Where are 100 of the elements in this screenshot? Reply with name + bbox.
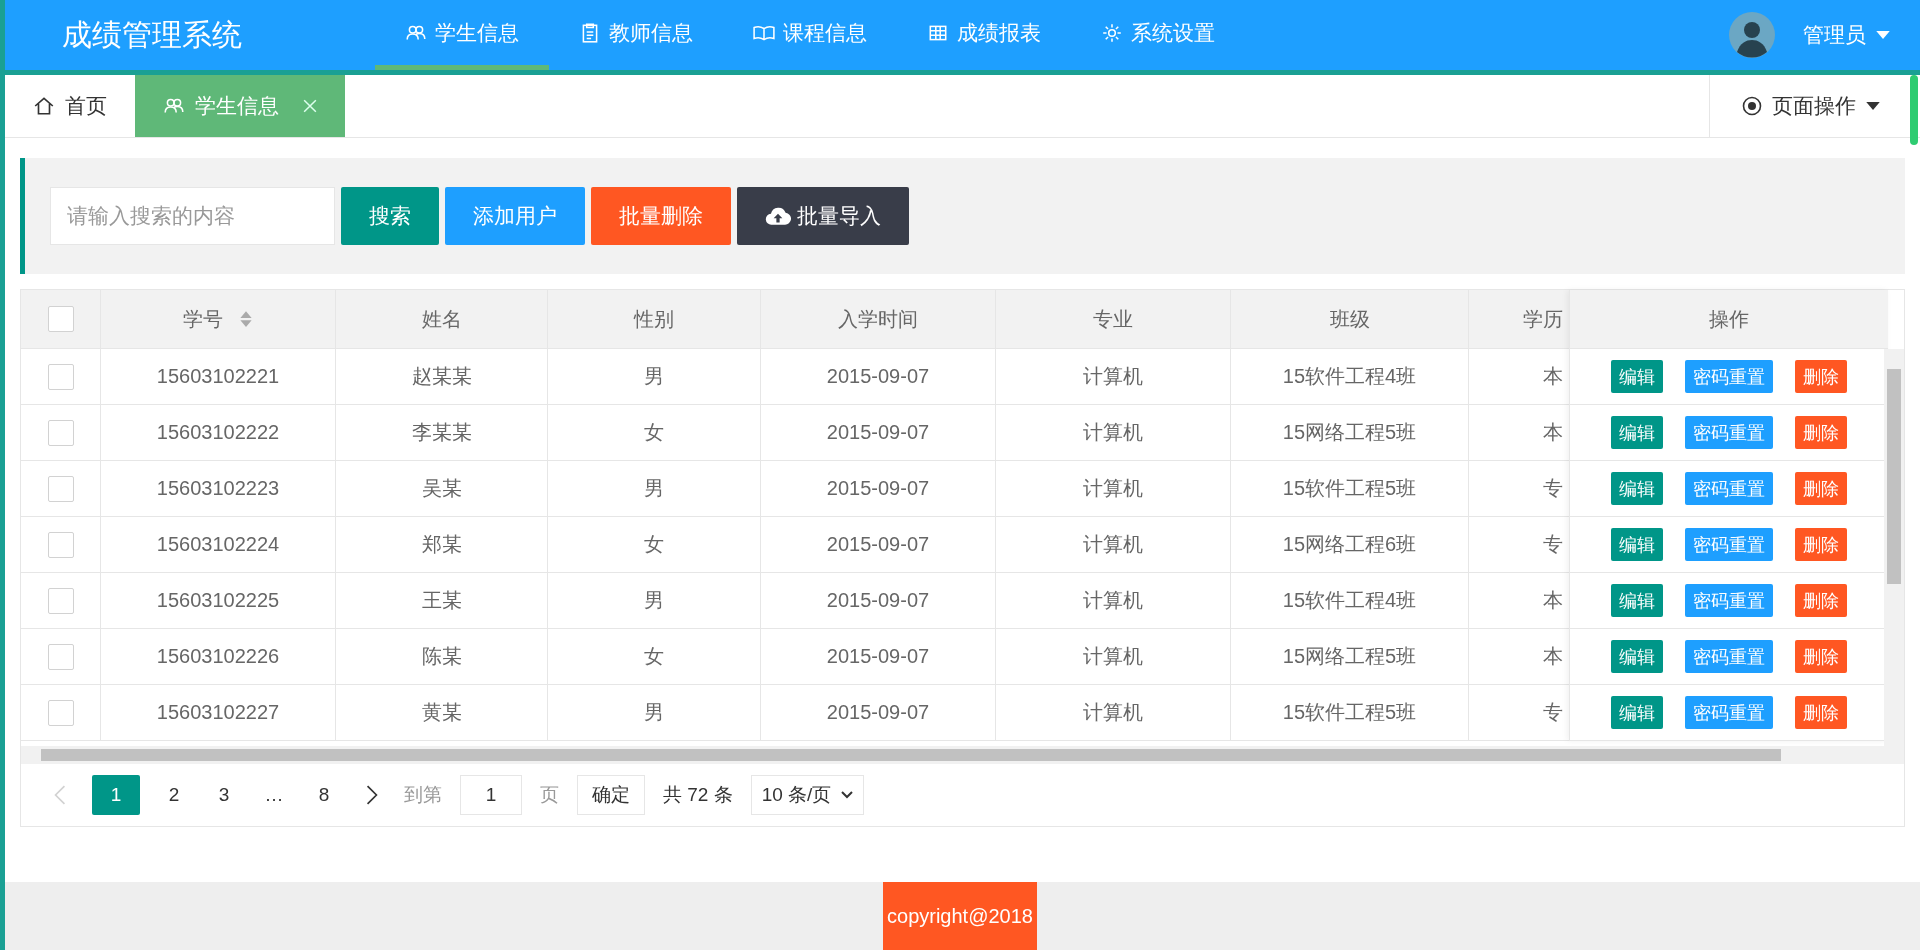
row-action-button[interactable]: 密码重置	[1685, 584, 1773, 617]
row-action-button[interactable]: 删除	[1795, 472, 1847, 505]
table-cell: 王某	[336, 573, 548, 629]
page-link[interactable]: 8	[308, 775, 340, 815]
scrollbar[interactable]	[21, 746, 1904, 764]
row-action-button[interactable]: 编辑	[1611, 584, 1663, 617]
column-header: 姓名	[336, 290, 548, 349]
avatar-icon[interactable]	[1729, 12, 1775, 58]
table-cell: 计算机	[996, 349, 1231, 405]
row-action-button[interactable]: 编辑	[1611, 472, 1663, 505]
row-action-button[interactable]: 删除	[1795, 360, 1847, 393]
toolbar-button[interactable]: 搜索	[341, 187, 439, 245]
checkbox[interactable]	[47, 587, 74, 614]
row-action-button[interactable]: 编辑	[1611, 416, 1663, 449]
table-cell: 计算机	[996, 461, 1231, 517]
row-action-button[interactable]: 删除	[1795, 416, 1847, 449]
table-cell: 黄某	[336, 685, 548, 741]
page-input[interactable]: 1	[460, 775, 522, 815]
chevron-icon	[841, 791, 854, 799]
column-header: 班级	[1231, 290, 1469, 349]
row-action-button[interactable]: 删除	[1795, 584, 1847, 617]
page-actions-button[interactable]: 页面操作	[1709, 75, 1902, 137]
nav-item[interactable]: 系统设置	[1071, 0, 1245, 70]
nav-item[interactable]: 教师信息	[549, 0, 723, 70]
table-cell: 2015-09-07	[761, 461, 996, 517]
table-cell: 李某某	[336, 405, 548, 461]
column-header: 性别	[548, 290, 761, 349]
app-title: 成绩管理系统	[61, 16, 243, 53]
row-action-button[interactable]: 密码重置	[1685, 416, 1773, 449]
table-cell: 男	[548, 461, 761, 517]
tab[interactable]: 学生信息	[135, 75, 345, 137]
caret-icon	[1866, 101, 1880, 111]
row-action-button[interactable]: 删除	[1795, 640, 1847, 673]
page-link[interactable]: 2	[158, 775, 190, 815]
row-action-button[interactable]: 编辑	[1611, 696, 1663, 729]
settings-icon	[1101, 21, 1123, 44]
checkbox[interactable]	[47, 699, 74, 726]
table-cell: 郑某	[336, 517, 548, 573]
checkbox[interactable]	[47, 306, 74, 332]
row-action-button[interactable]: 密码重置	[1685, 528, 1773, 561]
checkbox[interactable]	[47, 643, 74, 670]
table-cell: 2015-09-07	[761, 349, 996, 405]
checkbox[interactable]	[47, 419, 74, 446]
table-cell: 15603102223	[101, 461, 336, 517]
scrollbar[interactable]	[1910, 75, 1918, 145]
table-cell: 2015-09-07	[761, 629, 996, 685]
row-action-button[interactable]: 编辑	[1611, 640, 1663, 673]
copyright-text: copyright@2018	[883, 882, 1037, 950]
table-cell: 15603102226	[101, 629, 336, 685]
user-menu[interactable]: 管理员	[1803, 21, 1890, 49]
nav-item[interactable]: 课程信息	[723, 0, 897, 70]
page-link[interactable]: …	[258, 775, 290, 815]
row-action-button[interactable]: 密码重置	[1685, 640, 1773, 673]
table-cell: 陈某	[336, 629, 548, 685]
caret-icon	[1876, 30, 1890, 40]
sort-icon[interactable]	[239, 310, 253, 328]
toolbar-button[interactable]: 批量导入	[737, 187, 909, 245]
table-cell: 15603102224	[101, 517, 336, 573]
table-cell: 计算机	[996, 573, 1231, 629]
nav-item[interactable]: 成绩报表	[897, 0, 1071, 70]
confirm-button[interactable]: 确定	[577, 775, 645, 815]
scrollbar[interactable]	[1884, 349, 1904, 746]
search-field[interactable]: 请输入搜索的内容	[50, 187, 335, 245]
table-cell: 女	[548, 517, 761, 573]
table-cell: 2015-09-07	[761, 405, 996, 461]
checkbox[interactable]	[47, 531, 74, 558]
table-cell: 男	[548, 349, 761, 405]
close-icon[interactable]	[303, 99, 317, 113]
page-size-select[interactable]: 10 条/页	[750, 775, 865, 815]
column-header: 操作	[1570, 290, 1888, 349]
table-cell: 男	[548, 685, 761, 741]
column-header: 学号	[101, 290, 336, 349]
table-cell: 吴某	[336, 461, 548, 517]
table-cell: 赵某某	[336, 349, 548, 405]
row-action-button[interactable]: 删除	[1795, 696, 1847, 729]
tab[interactable]: 首页	[5, 75, 135, 137]
table-cell: 计算机	[996, 629, 1231, 685]
nav-item[interactable]: 学生信息	[375, 0, 549, 70]
row-action-button[interactable]: 密码重置	[1685, 360, 1773, 393]
cloud-upload-icon	[765, 206, 791, 226]
table-cell: 计算机	[996, 517, 1231, 573]
table-cell: 15网络工程5班	[1231, 629, 1469, 685]
row-action-button[interactable]: 编辑	[1611, 360, 1663, 393]
row-action-button[interactable]: 密码重置	[1685, 472, 1773, 505]
checkbox[interactable]	[47, 475, 74, 502]
target-icon	[1742, 96, 1762, 116]
row-action-button[interactable]: 密码重置	[1685, 696, 1773, 729]
next-page-icon[interactable]	[366, 785, 378, 805]
row-action-button[interactable]: 编辑	[1611, 528, 1663, 561]
table-cell: 15软件工程5班	[1231, 685, 1469, 741]
checkbox[interactable]	[47, 363, 74, 390]
toolbar-button[interactable]: 添加用户	[445, 187, 585, 245]
table-cell: 15软件工程5班	[1231, 461, 1469, 517]
row-action-button[interactable]: 删除	[1795, 528, 1847, 561]
table-cell: 女	[548, 405, 761, 461]
page-link[interactable]: 3	[208, 775, 240, 815]
page-link[interactable]: 1	[92, 775, 140, 815]
table-cell: 2015-09-07	[761, 573, 996, 629]
toolbar-button[interactable]: 批量删除	[591, 187, 731, 245]
table-cell: 2015-09-07	[761, 517, 996, 573]
